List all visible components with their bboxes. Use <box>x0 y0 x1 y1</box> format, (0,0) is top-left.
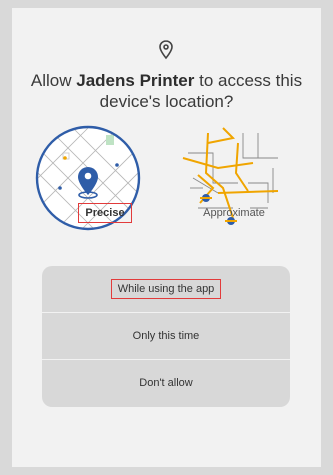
only-this-time-button[interactable]: Only this time <box>42 313 290 360</box>
precise-label[interactable]: Precise <box>78 203 132 223</box>
permission-choices: While using the app Only this time Don't… <box>42 266 290 407</box>
location-permission-dialog: Allow Jadens Printer to access this devi… <box>12 8 321 467</box>
title-prefix: Allow <box>30 71 77 90</box>
approximate-label[interactable]: Approximate <box>194 205 274 221</box>
poi-dot <box>58 186 62 190</box>
choice-label: While using the app <box>110 279 222 299</box>
dont-allow-button[interactable]: Don't allow <box>42 360 290 406</box>
dialog-title: Allow Jadens Printer to access this devi… <box>12 70 321 112</box>
app-name: Jadens Printer <box>76 71 195 90</box>
choice-label: Only this time <box>132 330 200 342</box>
choice-label: Don't allow <box>139 377 193 389</box>
poi-dot <box>63 156 67 160</box>
location-pin-icon <box>159 40 173 60</box>
poi-dot <box>115 163 119 167</box>
while-using-app-button[interactable]: While using the app <box>42 266 290 313</box>
